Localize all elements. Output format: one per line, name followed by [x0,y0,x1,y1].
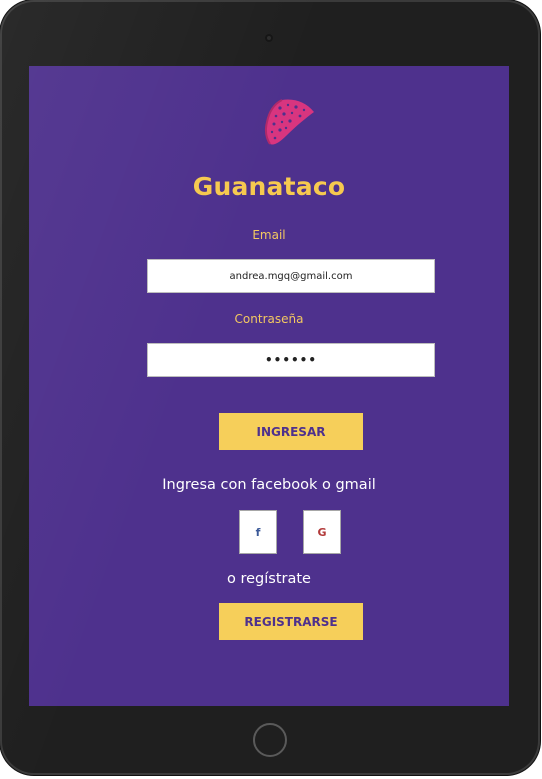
password-field[interactable] [147,343,435,377]
email-label: Email [252,228,286,242]
email-field[interactable] [147,259,435,293]
register-prompt: o regístrate [227,571,311,587]
login-screen: Guanataco Email Contraseña INGRESAR Ingr… [29,66,509,706]
password-label: Contraseña [234,312,304,326]
social-login-prompt: Ingresa con facebook o gmail [162,477,376,493]
google-icon: G [317,525,327,539]
camera-icon [265,34,273,42]
tablet-frame: Guanataco Email Contraseña INGRESAR Ingr… [0,0,540,775]
google-login-button[interactable]: G [303,510,341,554]
login-button[interactable]: INGRESAR [219,413,363,450]
taco-logo-icon [265,99,314,145]
facebook-icon: f [255,525,261,539]
register-button[interactable]: REGISTRARSE [219,603,363,640]
app-title: Guanataco [192,172,346,201]
home-button[interactable] [253,723,287,757]
facebook-login-button[interactable]: f [239,510,277,554]
